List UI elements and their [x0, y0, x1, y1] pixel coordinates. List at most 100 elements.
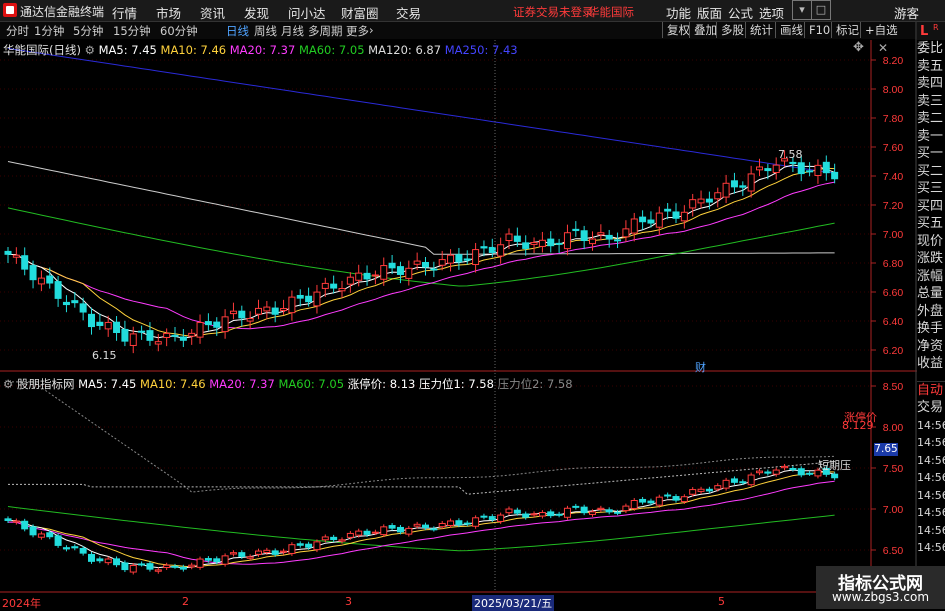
sub-legend-pressure2: 压力位2: 7.58 — [497, 377, 573, 391]
sub-candle-body — [280, 550, 288, 553]
sub-candle-body — [480, 515, 488, 518]
stock-name[interactable]: 华能国际(日线) — [3, 43, 81, 57]
candle-body — [96, 321, 104, 326]
sub-candle-body — [363, 530, 371, 535]
sub-candle-body — [104, 558, 112, 564]
candle-body — [338, 288, 346, 292]
sub-candle-body — [413, 523, 421, 527]
candle-body — [572, 228, 580, 232]
legend-ma20: MA20: 7.37 — [229, 43, 296, 57]
corner-r-mark: R — [933, 23, 939, 32]
sub-candle-body — [388, 525, 396, 529]
candle-body — [530, 242, 538, 245]
sub-candle-body — [705, 488, 713, 492]
candle-body — [255, 307, 262, 315]
candle-body — [547, 238, 555, 247]
sub-candle-body — [714, 485, 722, 490]
sub-candle-body — [204, 558, 212, 561]
sub-candle-body — [62, 547, 70, 550]
candle-body — [797, 162, 805, 175]
sub-candle-body — [563, 507, 571, 518]
sub-candle-body — [330, 536, 338, 541]
candle-body — [37, 277, 45, 285]
sub-candle-body — [4, 518, 12, 521]
y-axis-ticks: 8.20 8.00 7.80 7.60 7.40 7.20 7.00 6.80 6.60 6.40… — [871, 55, 903, 557]
limit-up-value: 8.129 — [842, 419, 874, 432]
sub-candle-body — [488, 516, 496, 520]
financial-report-marker[interactable]: 财 — [695, 359, 706, 375]
candle-body — [188, 332, 196, 337]
y-tick-label: 8.50 — [883, 381, 904, 393]
limit-up-path — [8, 381, 835, 493]
candle-body — [380, 265, 388, 280]
candle-body — [213, 321, 221, 328]
sub-candle-body — [221, 555, 229, 565]
candle-body — [622, 228, 630, 238]
side-item-sell3: 卖三 — [917, 93, 944, 109]
candle-body — [597, 232, 605, 236]
candle-body — [371, 274, 379, 277]
sub-candle-body — [455, 520, 463, 526]
sub-candle-body — [313, 541, 321, 551]
side-item-outer: 外盘 — [917, 303, 944, 319]
candle-body — [422, 261, 429, 268]
candle-body — [271, 307, 279, 315]
indicator-name[interactable]: 股朋指标网 — [17, 377, 75, 391]
ma20-line — [7, 181, 835, 330]
pan-icon[interactable]: ✥ — [853, 40, 864, 55]
side-time-7: 14:56 — [917, 541, 945, 554]
candle-body — [4, 250, 12, 255]
sub-candle-body — [647, 500, 655, 504]
settings-gear-icon[interactable]: ⚙ — [85, 43, 95, 57]
side-item-trade[interactable]: 交易 — [917, 399, 945, 417]
x-label-2: 3 — [345, 595, 352, 608]
sub-candle-body — [689, 489, 697, 495]
ma10-line — [7, 167, 835, 337]
sub-candle-body — [722, 479, 730, 489]
sub-settings-gear-icon[interactable]: ⚙ — [3, 377, 13, 391]
y-tick-label: 6.40 — [883, 316, 904, 328]
sub-ma10-path — [7, 471, 835, 568]
sub-candle-body — [138, 563, 146, 566]
candle-body — [822, 161, 830, 174]
candle-body — [12, 254, 20, 258]
sub-candle-body — [238, 552, 246, 557]
chart-area[interactable]: 8.20 8.00 7.80 7.60 7.40 7.20 7.00 6.80 6.60 6.40… — [0, 0, 945, 609]
y-tick-label: 6.80 — [883, 258, 904, 270]
sub-candle-body — [580, 506, 588, 514]
candle-body — [614, 239, 622, 242]
sub-candle-body — [422, 524, 429, 529]
candle-body — [396, 266, 404, 275]
candle-body — [363, 272, 371, 280]
candlesticks — [4, 150, 839, 354]
y-tick-label: 6.50 — [883, 545, 904, 557]
side-item-price: 现价 — [917, 233, 944, 249]
sub-candle-body — [271, 550, 279, 555]
y-tick-label: 7.40 — [883, 171, 904, 183]
candle-body — [605, 234, 613, 240]
side-time-4: 14:56 — [917, 488, 945, 502]
sub-candle-body — [639, 498, 647, 503]
candle-body — [697, 198, 705, 204]
sub-candle-body — [113, 558, 121, 566]
side-corner: L R — [917, 22, 945, 40]
candle-body — [513, 235, 521, 242]
candle-body — [639, 216, 647, 223]
y-tick-label: 7.60 — [883, 142, 904, 154]
sub-candle-body — [781, 465, 789, 469]
side-item-buy5: 买五 — [917, 216, 944, 231]
candle-body — [472, 249, 480, 266]
sub-candle-body — [622, 505, 630, 512]
side-item-auto[interactable]: 自动 — [917, 380, 945, 400]
sub-legend-ma5: MA5: 7.45 — [78, 377, 137, 391]
legend-ma250: MA250: 7.43 — [444, 43, 518, 57]
candle-body — [221, 316, 229, 333]
candle-body — [129, 333, 137, 346]
side-item-pct: 涨幅 — [917, 268, 944, 284]
side-gap — [917, 373, 945, 381]
close-icon[interactable]: ✕ — [878, 41, 888, 55]
candle-body — [179, 336, 187, 341]
side-time-3: 14:56 — [917, 471, 945, 484]
candle-body — [146, 330, 154, 341]
sub-candle-body — [680, 496, 688, 503]
